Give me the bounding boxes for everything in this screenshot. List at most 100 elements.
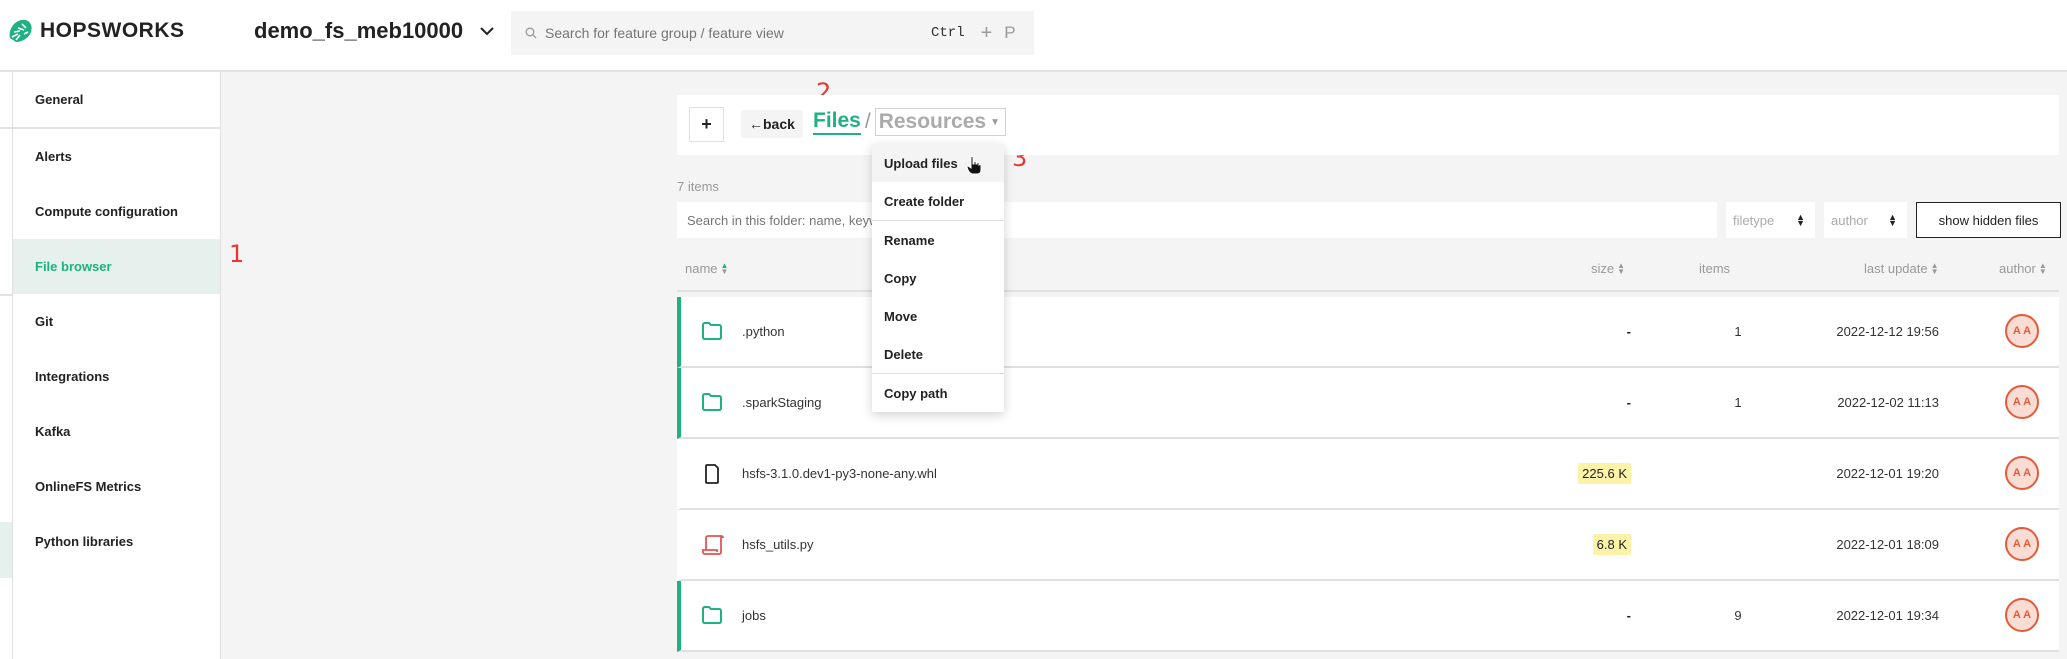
folder-search-input[interactable] xyxy=(687,212,1717,228)
breadcrumb-current-dropdown[interactable]: Resources ▼ xyxy=(874,108,1006,136)
sidebar-item-compute-configuration[interactable]: Compute configuration xyxy=(13,184,220,239)
settings-sidebar: General Alerts Compute configuration Fil… xyxy=(13,72,221,659)
sidebar-item-label: General xyxy=(35,92,84,107)
menu-item-upload-files[interactable]: Upload files xyxy=(872,144,1004,182)
menu-item-copy-path[interactable]: Copy path xyxy=(872,374,1004,412)
hopsworks-logo-icon xyxy=(9,19,32,42)
file-name: .sparkStaging xyxy=(742,395,822,410)
sidebar-item-python-libraries[interactable]: Python libraries xyxy=(13,514,220,569)
script-icon xyxy=(702,535,724,555)
table-row[interactable]: hsfs-3.1.0.dev1-py3-none-any.whl 225.6 K… xyxy=(677,439,2059,510)
menu-item-move[interactable]: Move xyxy=(872,297,1004,335)
folder-icon xyxy=(702,606,722,624)
sidebar-item-label: Kafka xyxy=(35,424,71,439)
sidebar-item-label: Compute configuration xyxy=(35,204,178,219)
table-row[interactable]: jobs - 9 2022-12-01 19:34 A A xyxy=(677,581,2059,652)
add-button[interactable]: + xyxy=(689,107,724,142)
chevron-down-icon xyxy=(480,27,494,36)
menu-item-delete[interactable]: Delete xyxy=(872,335,1004,373)
author-select[interactable]: author ▲ ▼ xyxy=(1824,202,1907,238)
file-size: 225.6 K xyxy=(1578,463,1631,484)
avatar: A A xyxy=(2005,456,2039,490)
sidebar-item-kafka[interactable]: Kafka xyxy=(13,404,220,459)
breadcrumb-files[interactable]: Files xyxy=(813,109,861,135)
filetype-select[interactable]: filetype ▲ ▼ xyxy=(1726,202,1815,238)
sort-icon: ▲ ▼ xyxy=(2038,260,2047,276)
left-nav-strip xyxy=(0,72,13,659)
project-selector[interactable]: demo_fs_meb10000 xyxy=(254,18,495,44)
file-last-update: 2022-12-01 18:09 xyxy=(1836,537,1939,552)
sidebar-item-label: Git xyxy=(35,314,54,329)
sidebar-item-onlinefs-metrics[interactable]: OnlineFS Metrics xyxy=(13,459,220,514)
sort-icon: ▲ ▼ xyxy=(1617,260,1626,276)
menu-item-copy[interactable]: Copy xyxy=(872,259,1004,297)
avatar: A A xyxy=(2005,314,2039,348)
menu-item-create-folder[interactable]: Create folder xyxy=(872,182,1004,220)
sort-icon: ▲ ▼ xyxy=(720,260,729,276)
shortcut-plus: + xyxy=(980,21,993,44)
menu-item-rename[interactable]: Rename xyxy=(872,221,1004,259)
breadcrumb-current: Resources xyxy=(878,110,987,133)
avatar: A A xyxy=(2005,527,2039,561)
sidebar-item-git[interactable]: Git xyxy=(13,294,220,349)
sort-icon: ▲ ▼ xyxy=(1888,212,1897,228)
item-count: 7 items xyxy=(677,179,719,194)
global-search[interactable]: Ctrl + P xyxy=(511,11,1034,55)
file-name: .python xyxy=(742,324,785,339)
file-items: 9 xyxy=(1734,608,1742,623)
back-button[interactable]: ←back xyxy=(741,110,803,138)
top-bar: HOPSWORKS demo_fs_meb10000 Ctrl + P xyxy=(0,0,2067,72)
author-select-label: author xyxy=(1831,212,1868,228)
caret-down-icon: ▼ xyxy=(990,116,1000,128)
column-header-last-update[interactable]: last update ▲ ▼ xyxy=(1864,261,1939,276)
logo-text: HOPSWORKS xyxy=(40,19,185,42)
sort-icon: ▲ ▼ xyxy=(1930,260,1939,276)
sidebar-item-alerts[interactable]: Alerts xyxy=(13,129,220,184)
file-icon xyxy=(705,464,719,484)
left-nav-highlight xyxy=(0,522,12,578)
file-name: jobs xyxy=(742,608,766,623)
column-label: size xyxy=(1591,261,1615,276)
folder-icon xyxy=(702,393,722,411)
file-items: 1 xyxy=(1734,395,1742,410)
column-header-name[interactable]: name ▲ ▼ xyxy=(685,261,728,276)
file-size: - xyxy=(1626,324,1631,339)
column-label: last update xyxy=(1864,261,1928,276)
file-name: hsfs-3.1.0.dev1-py3-none-any.whl xyxy=(742,466,937,481)
sidebar-item-label: File browser xyxy=(35,259,112,274)
shortcut-ctrl: Ctrl xyxy=(931,25,965,41)
sidebar-item-general[interactable]: General xyxy=(13,72,220,127)
show-hidden-files-button[interactable]: show hidden files xyxy=(1916,202,2061,238)
column-header-items: items xyxy=(1699,261,1730,276)
sidebar-item-label: OnlineFS Metrics xyxy=(35,479,142,494)
file-items: 1 xyxy=(1734,324,1742,339)
column-header-author[interactable]: author ▲ ▼ xyxy=(1999,261,2047,276)
hand-cursor-icon xyxy=(966,156,982,175)
file-size: - xyxy=(1626,608,1631,623)
sidebar-item-file-browser[interactable]: File browser xyxy=(13,239,220,294)
hopsworks-logo[interactable]: HOPSWORKS xyxy=(6,18,185,44)
breadcrumb: Files / Resources ▼ xyxy=(813,107,1006,137)
column-label: name xyxy=(685,261,718,276)
sidebar-item-label: Integrations xyxy=(35,369,110,384)
breadcrumb-separator: / xyxy=(864,110,871,133)
filetype-select-label: filetype xyxy=(1733,212,1775,228)
search-icon xyxy=(525,27,537,39)
table-row[interactable]: hsfs_utils.py 6.8 K 2022-12-01 18:09 A A xyxy=(677,510,2059,581)
sidebar-item-integrations[interactable]: Integrations xyxy=(13,349,220,404)
column-header-size[interactable]: size ▲ ▼ xyxy=(1591,261,1625,276)
folder-icon xyxy=(702,322,722,340)
avatar: A A xyxy=(2005,598,2039,632)
sort-icon: ▲ ▼ xyxy=(1796,212,1805,228)
column-label: items xyxy=(1699,261,1731,276)
folder-search[interactable] xyxy=(677,202,1717,238)
sidebar-item-label: Python libraries xyxy=(35,534,134,549)
file-last-update: 2022-12-01 19:20 xyxy=(1836,466,1939,481)
global-search-input[interactable] xyxy=(545,25,925,41)
project-name: demo_fs_meb10000 xyxy=(254,18,464,43)
sidebar-item-label: Alerts xyxy=(35,149,72,164)
file-last-update: 2022-12-01 19:34 xyxy=(1836,608,1939,623)
file-last-update: 2022-12-12 19:56 xyxy=(1836,324,1939,339)
file-size: - xyxy=(1626,395,1631,410)
shortcut-key: P xyxy=(1004,23,1016,42)
